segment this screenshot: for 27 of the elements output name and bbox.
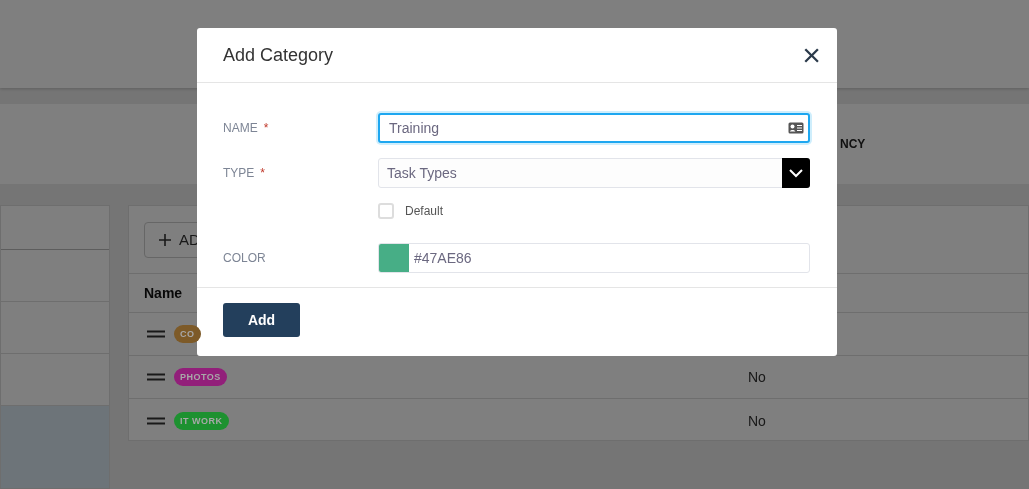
field-label: COLOR <box>223 251 266 265</box>
category-tag: CO <box>174 325 201 343</box>
category-tag: PHOTOS <box>174 368 227 386</box>
drag-handle-icon[interactable] <box>147 416 165 425</box>
color-swatch[interactable] <box>379 244 409 272</box>
required-mark: * <box>260 166 265 180</box>
required-mark: * <box>263 121 269 135</box>
field-label: NAME <box>223 121 258 135</box>
field-label: TYPE <box>223 166 255 180</box>
chevron-down-icon <box>782 158 810 188</box>
drag-handle-icon[interactable] <box>147 330 165 338</box>
name-input[interactable]: Training <box>378 113 810 143</box>
category-tag: IT WORK <box>174 411 229 430</box>
column-header: Name <box>144 285 183 301</box>
color-input[interactable]: #47AE86 <box>378 243 810 273</box>
column-heading: NCY <box>840 137 866 151</box>
type-select[interactable]: Task Types <box>378 158 810 188</box>
plus-icon <box>159 233 171 246</box>
checkbox-label: Default <box>405 204 444 218</box>
default-checkbox[interactable] <box>378 203 394 219</box>
default-value: No <box>748 412 766 429</box>
drag-handle-icon[interactable] <box>147 373 165 381</box>
close-button[interactable]: × <box>802 39 821 71</box>
add-button[interactable]: Add <box>223 303 300 337</box>
contact-card-icon <box>788 122 804 134</box>
default-value: No <box>748 369 766 385</box>
dialog-title: Add Category <box>223 44 334 66</box>
